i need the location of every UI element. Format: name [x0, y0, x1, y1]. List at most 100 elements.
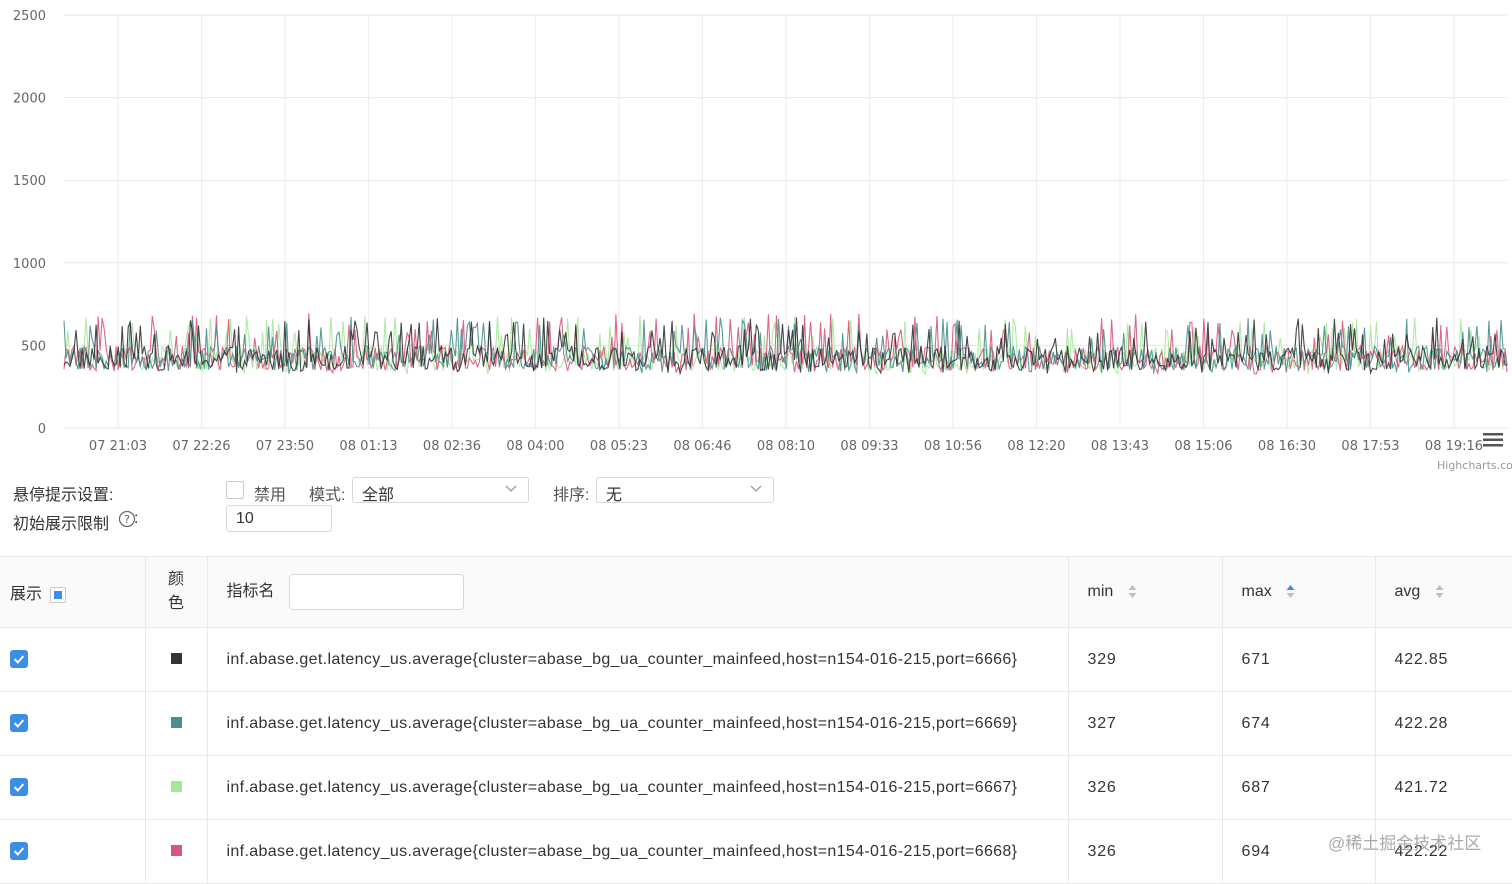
row-show-cell [0, 627, 146, 692]
min-value: 326 [1087, 778, 1117, 796]
avg-value: 422.85 [1394, 650, 1449, 668]
row-avg-cell: 421.72 [1375, 755, 1512, 820]
min-header-label: min [1087, 583, 1114, 600]
x-tick-label: 08 09:33 [840, 439, 898, 454]
x-tick-label: 08 15:06 [1174, 439, 1232, 454]
row-min-cell: 326 [1068, 755, 1223, 820]
row-color-cell [145, 819, 208, 884]
init-limit-label: 初始展示限制 [13, 516, 110, 533]
table-row: inf.abase.get.latency_us.average{cluster… [0, 691, 1512, 756]
init-limit-value: 10 [236, 510, 254, 527]
check-icon [13, 655, 25, 665]
row-metric-cell: inf.abase.get.latency_us.average{cluster… [207, 627, 1069, 692]
y-tick-label: 500 [21, 339, 46, 354]
sort-select-value: 无 [606, 487, 623, 504]
row-max-cell: 671 [1222, 627, 1376, 692]
table-row: inf.abase.get.latency_us.average{cluster… [0, 819, 1512, 884]
min-value: 329 [1087, 650, 1117, 668]
row-avg-cell: 422.28 [1375, 691, 1512, 756]
max-header-label: max [1241, 583, 1272, 600]
row-show-checkbox[interactable] [10, 650, 28, 669]
x-tick-label: 08 01:13 [339, 439, 397, 454]
row-min-cell: 326 [1068, 819, 1223, 884]
x-tick-label: 08 10:56 [924, 439, 982, 454]
row-show-cell [0, 691, 146, 756]
row-show-checkbox[interactable] [10, 778, 28, 797]
y-tick-label: 2000 [13, 92, 46, 107]
max-value: 674 [1241, 714, 1271, 732]
mode-select[interactable]: 全部 [352, 477, 529, 504]
row-metric-cell: inf.abase.get.latency_us.average{cluster… [207, 691, 1069, 756]
row-max-cell: 674 [1222, 691, 1376, 756]
metric-column-header: 指标名 [207, 556, 1069, 628]
color-swatch [170, 652, 182, 664]
max-value: 671 [1241, 650, 1271, 668]
sort-caret-icon[interactable] [1286, 584, 1295, 599]
hover-settings-label: 悬停提示设置: [13, 487, 114, 504]
disable-label: 禁用 [254, 487, 287, 504]
init-limit-colon: : [134, 510, 139, 527]
table-header-row: 展示 颜 色 指标名 min max avg [0, 556, 1512, 628]
color-swatch [170, 716, 182, 728]
x-tick-label: 08 06:46 [673, 439, 731, 454]
y-tick-label: 1500 [13, 174, 46, 189]
row-color-cell [145, 627, 208, 692]
metric-name: inf.abase.get.latency_us.average{cluster… [226, 842, 1018, 860]
table-row: inf.abase.get.latency_us.average{cluster… [0, 627, 1512, 692]
chart-menu-icon[interactable] [1483, 433, 1503, 447]
row-max-cell: 687 [1222, 755, 1376, 820]
color-header-line2: 色 [167, 595, 184, 612]
max-column-header[interactable]: max [1222, 556, 1376, 628]
row-show-checkbox[interactable] [10, 842, 28, 861]
x-tick-label: 08 02:36 [423, 439, 481, 454]
row-show-cell [0, 755, 146, 820]
check-icon [13, 719, 25, 729]
show-column-header: 展示 [0, 556, 146, 628]
color-header-line1: 颜 [167, 571, 184, 588]
sort-label: 排序: [553, 487, 590, 504]
init-limit-input[interactable]: 10 [226, 505, 332, 532]
color-swatch [170, 844, 182, 856]
row-color-cell [145, 755, 208, 820]
chart-axes: 0 500 1000 1500 2000 2500 07 21:03 07 22:26 07 2… [13, 9, 1483, 454]
max-value: 694 [1241, 842, 1271, 860]
chevron-down-icon [750, 485, 762, 492]
row-color-cell [145, 691, 208, 756]
min-column-header[interactable]: min [1068, 556, 1223, 628]
row-show-checkbox[interactable] [10, 714, 28, 733]
metric-name: inf.abase.get.latency_us.average{cluster… [226, 778, 1018, 796]
min-value: 327 [1087, 714, 1117, 732]
x-tick-label: 08 12:20 [1007, 439, 1065, 454]
metrics-table: 展示 颜 色 指标名 min max avg inf.abase.get.lat… [0, 556, 1512, 884]
disable-checkbox[interactable] [226, 481, 244, 499]
row-min-cell: 329 [1068, 627, 1223, 692]
sort-select[interactable]: 无 [596, 477, 774, 504]
x-tick-label: 08 17:53 [1341, 439, 1399, 454]
svg-text:?: ? [124, 513, 130, 526]
metric-header-label: 指标名 [226, 583, 275, 601]
mode-select-value: 全部 [362, 487, 395, 504]
mode-label: 模式: [309, 487, 346, 504]
select-all-checkbox[interactable] [50, 586, 67, 603]
color-column-header: 颜 色 [145, 556, 208, 628]
x-tick-label: 07 21:03 [89, 439, 147, 454]
sort-caret-icon[interactable] [1128, 584, 1137, 599]
x-tick-label: 08 19:16 [1425, 439, 1483, 454]
sort-caret-icon[interactable] [1435, 584, 1444, 599]
chart-credits[interactable]: Highcharts.com [1437, 459, 1512, 472]
chart-canvas: 0 500 1000 1500 2000 2500 07 21:03 07 22:26 07 2… [13, 9, 1512, 472]
metric-name: inf.abase.get.latency_us.average{cluster… [226, 714, 1018, 732]
avg-value: 422.28 [1394, 714, 1449, 732]
x-tick-label: 07 23:50 [256, 439, 314, 454]
avg-column-header[interactable]: avg [1375, 556, 1512, 628]
x-tick-label: 07 22:26 [172, 439, 230, 454]
y-tick-label: 0 [38, 422, 46, 437]
row-show-cell [0, 819, 146, 884]
color-swatch [170, 780, 182, 792]
y-tick-label: 1000 [13, 257, 46, 272]
x-tick-label: 08 08:10 [757, 439, 815, 454]
table-row: inf.abase.get.latency_us.average{cluster… [0, 755, 1512, 820]
watermark: @稀土掘金技术社区 [1328, 834, 1482, 853]
y-tick-label: 2500 [13, 9, 46, 24]
metric-filter-input[interactable] [288, 574, 464, 610]
